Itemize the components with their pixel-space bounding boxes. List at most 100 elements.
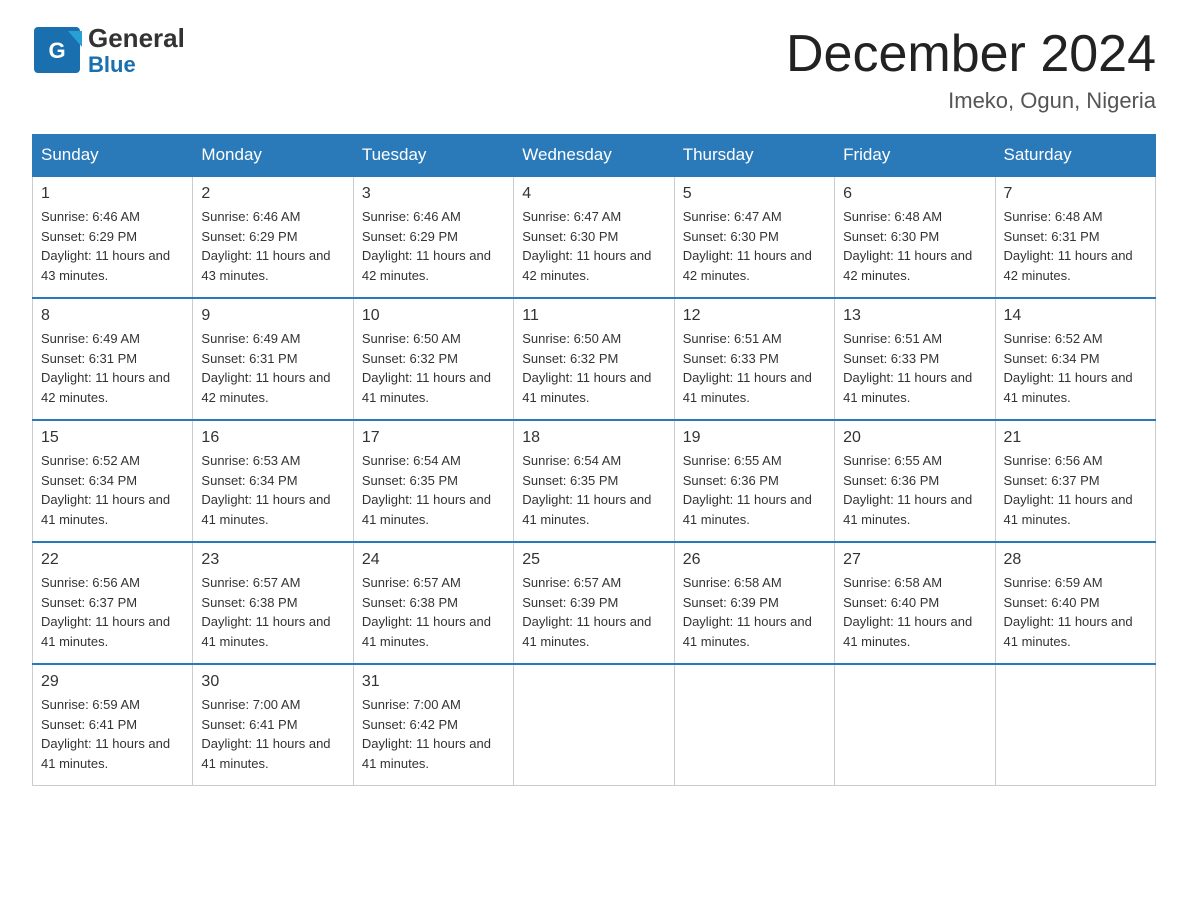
location-title: Imeko, Ogun, Nigeria [786,88,1156,114]
table-row: 10 Sunrise: 6:50 AM Sunset: 6:32 PM Dayl… [353,298,513,420]
day-info: Sunrise: 6:58 AM Sunset: 6:40 PM Dayligh… [843,573,986,651]
calendar-week-row: 15 Sunrise: 6:52 AM Sunset: 6:34 PM Dayl… [33,420,1156,542]
day-info: Sunrise: 6:46 AM Sunset: 6:29 PM Dayligh… [41,207,184,285]
day-info: Sunrise: 6:55 AM Sunset: 6:36 PM Dayligh… [683,451,826,529]
day-info: Sunrise: 6:57 AM Sunset: 6:38 PM Dayligh… [201,573,344,651]
table-row: 4 Sunrise: 6:47 AM Sunset: 6:30 PM Dayli… [514,176,674,298]
calendar-week-row: 22 Sunrise: 6:56 AM Sunset: 6:37 PM Dayl… [33,542,1156,664]
col-sunday: Sunday [33,135,193,177]
day-number: 14 [1004,307,1147,325]
logo: G General Blue [32,24,185,77]
day-info: Sunrise: 6:56 AM Sunset: 6:37 PM Dayligh… [1004,451,1147,529]
day-number: 22 [41,551,184,569]
logo-general-text: General [88,24,185,53]
table-row: 21 Sunrise: 6:56 AM Sunset: 6:37 PM Dayl… [995,420,1155,542]
month-title: December 2024 [786,24,1156,84]
day-number: 13 [843,307,986,325]
calendar-table: Sunday Monday Tuesday Wednesday Thursday… [32,134,1156,786]
table-row: 7 Sunrise: 6:48 AM Sunset: 6:31 PM Dayli… [995,176,1155,298]
day-number: 24 [362,551,505,569]
table-row: 19 Sunrise: 6:55 AM Sunset: 6:36 PM Dayl… [674,420,834,542]
table-row: 5 Sunrise: 6:47 AM Sunset: 6:30 PM Dayli… [674,176,834,298]
table-row: 26 Sunrise: 6:58 AM Sunset: 6:39 PM Dayl… [674,542,834,664]
day-info: Sunrise: 6:58 AM Sunset: 6:39 PM Dayligh… [683,573,826,651]
col-wednesday: Wednesday [514,135,674,177]
day-number: 8 [41,307,184,325]
day-info: Sunrise: 6:50 AM Sunset: 6:32 PM Dayligh… [522,329,665,407]
day-number: 4 [522,185,665,203]
day-info: Sunrise: 6:48 AM Sunset: 6:31 PM Dayligh… [1004,207,1147,285]
table-row: 20 Sunrise: 6:55 AM Sunset: 6:36 PM Dayl… [835,420,995,542]
page-header: G General Blue December 2024 Imeko, Ogun… [32,24,1156,114]
day-number: 10 [362,307,505,325]
day-info: Sunrise: 6:47 AM Sunset: 6:30 PM Dayligh… [683,207,826,285]
table-row: 12 Sunrise: 6:51 AM Sunset: 6:33 PM Dayl… [674,298,834,420]
day-number: 25 [522,551,665,569]
table-row: 30 Sunrise: 7:00 AM Sunset: 6:41 PM Dayl… [193,664,353,786]
table-row: 18 Sunrise: 6:54 AM Sunset: 6:35 PM Dayl… [514,420,674,542]
day-number: 23 [201,551,344,569]
day-number: 3 [362,185,505,203]
col-thursday: Thursday [674,135,834,177]
day-number: 16 [201,429,344,447]
day-info: Sunrise: 6:47 AM Sunset: 6:30 PM Dayligh… [522,207,665,285]
table-row: 13 Sunrise: 6:51 AM Sunset: 6:33 PM Dayl… [835,298,995,420]
day-number: 1 [41,185,184,203]
table-row: 3 Sunrise: 6:46 AM Sunset: 6:29 PM Dayli… [353,176,513,298]
table-row [835,664,995,786]
day-number: 20 [843,429,986,447]
table-row: 6 Sunrise: 6:48 AM Sunset: 6:30 PM Dayli… [835,176,995,298]
table-row: 22 Sunrise: 6:56 AM Sunset: 6:37 PM Dayl… [33,542,193,664]
day-number: 18 [522,429,665,447]
day-info: Sunrise: 6:53 AM Sunset: 6:34 PM Dayligh… [201,451,344,529]
table-row: 16 Sunrise: 6:53 AM Sunset: 6:34 PM Dayl… [193,420,353,542]
calendar-week-row: 8 Sunrise: 6:49 AM Sunset: 6:31 PM Dayli… [33,298,1156,420]
day-number: 6 [843,185,986,203]
day-number: 9 [201,307,344,325]
day-number: 5 [683,185,826,203]
logo-icon: G [32,25,82,75]
col-saturday: Saturday [995,135,1155,177]
table-row: 27 Sunrise: 6:58 AM Sunset: 6:40 PM Dayl… [835,542,995,664]
calendar-week-row: 1 Sunrise: 6:46 AM Sunset: 6:29 PM Dayli… [33,176,1156,298]
day-info: Sunrise: 6:59 AM Sunset: 6:40 PM Dayligh… [1004,573,1147,651]
day-info: Sunrise: 6:56 AM Sunset: 6:37 PM Dayligh… [41,573,184,651]
day-number: 21 [1004,429,1147,447]
table-row: 24 Sunrise: 6:57 AM Sunset: 6:38 PM Dayl… [353,542,513,664]
calendar-week-row: 29 Sunrise: 6:59 AM Sunset: 6:41 PM Dayl… [33,664,1156,786]
title-area: December 2024 Imeko, Ogun, Nigeria [786,24,1156,114]
day-number: 26 [683,551,826,569]
table-row: 14 Sunrise: 6:52 AM Sunset: 6:34 PM Dayl… [995,298,1155,420]
day-info: Sunrise: 6:59 AM Sunset: 6:41 PM Dayligh… [41,695,184,773]
day-info: Sunrise: 6:48 AM Sunset: 6:30 PM Dayligh… [843,207,986,285]
day-number: 19 [683,429,826,447]
day-number: 2 [201,185,344,203]
day-number: 12 [683,307,826,325]
logo-blue-text: Blue [88,53,185,77]
table-row: 23 Sunrise: 6:57 AM Sunset: 6:38 PM Dayl… [193,542,353,664]
table-row [674,664,834,786]
table-row: 29 Sunrise: 6:59 AM Sunset: 6:41 PM Dayl… [33,664,193,786]
table-row [514,664,674,786]
day-info: Sunrise: 6:54 AM Sunset: 6:35 PM Dayligh… [362,451,505,529]
day-info: Sunrise: 6:51 AM Sunset: 6:33 PM Dayligh… [683,329,826,407]
day-number: 11 [522,307,665,325]
day-info: Sunrise: 6:54 AM Sunset: 6:35 PM Dayligh… [522,451,665,529]
day-info: Sunrise: 6:52 AM Sunset: 6:34 PM Dayligh… [1004,329,1147,407]
day-info: Sunrise: 6:50 AM Sunset: 6:32 PM Dayligh… [362,329,505,407]
table-row: 15 Sunrise: 6:52 AM Sunset: 6:34 PM Dayl… [33,420,193,542]
day-info: Sunrise: 6:49 AM Sunset: 6:31 PM Dayligh… [201,329,344,407]
table-row: 8 Sunrise: 6:49 AM Sunset: 6:31 PM Dayli… [33,298,193,420]
day-info: Sunrise: 7:00 AM Sunset: 6:42 PM Dayligh… [362,695,505,773]
svg-text:G: G [48,38,65,63]
day-info: Sunrise: 6:46 AM Sunset: 6:29 PM Dayligh… [201,207,344,285]
day-number: 15 [41,429,184,447]
table-row [995,664,1155,786]
day-info: Sunrise: 6:57 AM Sunset: 6:38 PM Dayligh… [362,573,505,651]
day-info: Sunrise: 6:46 AM Sunset: 6:29 PM Dayligh… [362,207,505,285]
day-info: Sunrise: 6:52 AM Sunset: 6:34 PM Dayligh… [41,451,184,529]
table-row: 17 Sunrise: 6:54 AM Sunset: 6:35 PM Dayl… [353,420,513,542]
day-info: Sunrise: 6:49 AM Sunset: 6:31 PM Dayligh… [41,329,184,407]
table-row: 31 Sunrise: 7:00 AM Sunset: 6:42 PM Dayl… [353,664,513,786]
table-row: 28 Sunrise: 6:59 AM Sunset: 6:40 PM Dayl… [995,542,1155,664]
